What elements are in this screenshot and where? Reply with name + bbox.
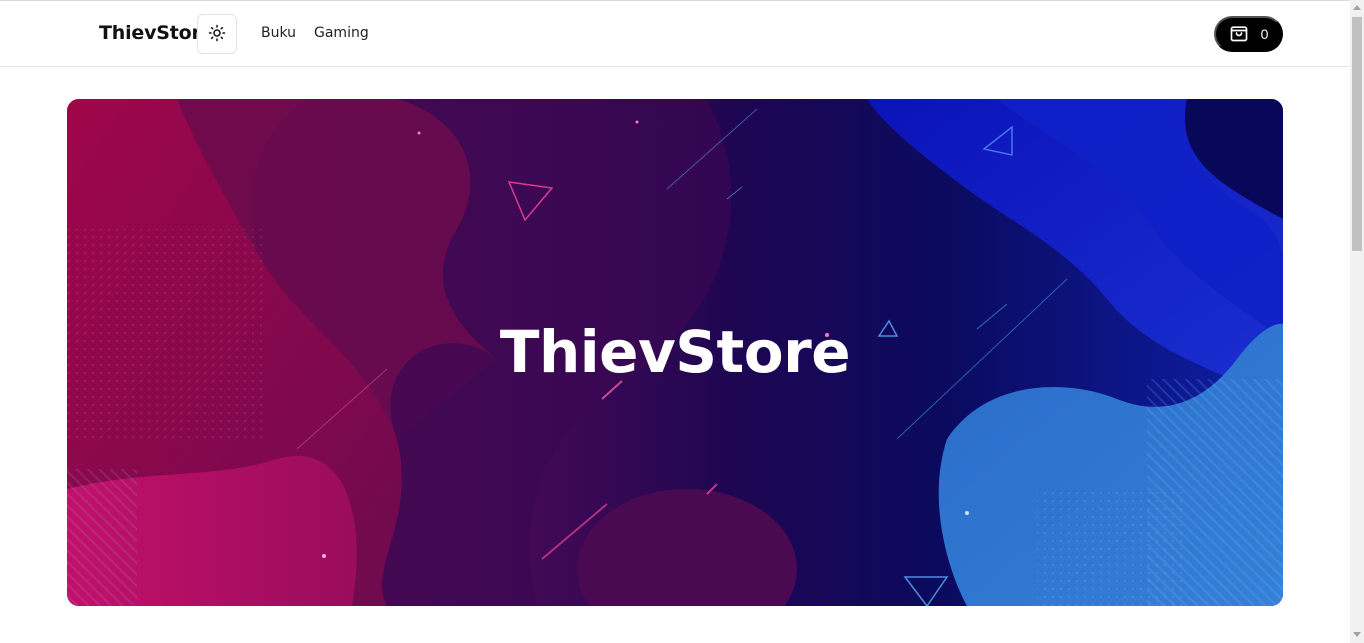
cart-count: 0 xyxy=(1260,26,1269,42)
theme-toggle-button[interactable] xyxy=(197,14,237,54)
nav-link-buku[interactable]: Buku xyxy=(261,25,296,41)
page-scrollbar[interactable] xyxy=(1350,0,1364,643)
navbar: ThievStore Buku Gaming 0 xyxy=(0,1,1350,67)
hero-banner: ThievStore xyxy=(67,99,1283,606)
shopping-bag-icon xyxy=(1229,23,1249,46)
hero-title: ThievStore xyxy=(499,318,851,386)
cart-button[interactable]: 0 xyxy=(1214,16,1283,52)
nav-link-gaming[interactable]: Gaming xyxy=(314,25,369,41)
sun-icon xyxy=(208,24,226,45)
scroll-up-arrow-icon[interactable] xyxy=(1353,5,1361,10)
scrollbar-thumb[interactable] xyxy=(1352,17,1362,251)
scroll-down-arrow-icon[interactable] xyxy=(1353,632,1361,637)
